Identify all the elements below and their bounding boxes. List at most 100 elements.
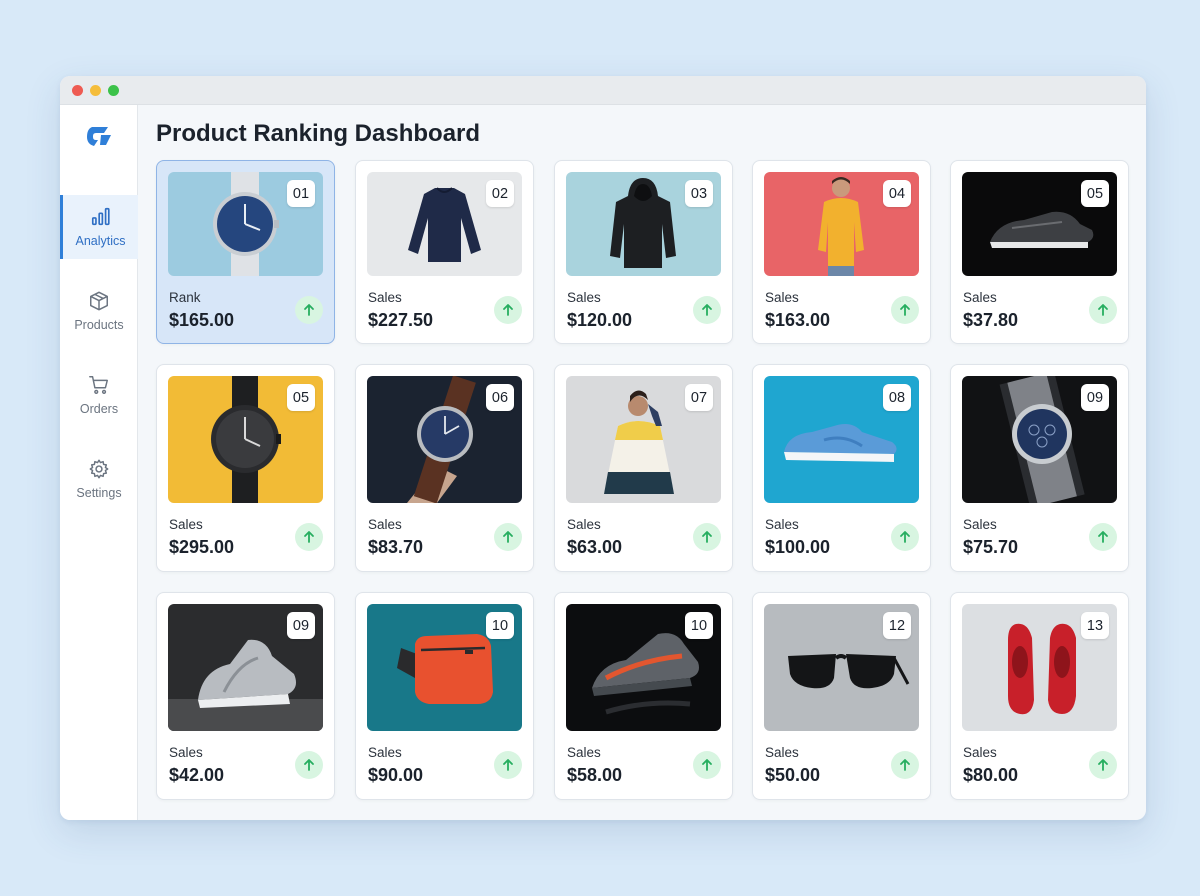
close-window-button[interactable] [72,85,83,96]
rank-badge: 05 [287,384,315,411]
card-value: $295.00 [169,537,235,557]
card-label: Sales [368,517,402,532]
trend-up-icon [693,523,721,551]
card-label: Sales [765,745,799,760]
rank-badge: 10 [685,612,713,639]
product-card[interactable]: 09 Sales $42.00 [156,592,335,800]
product-card[interactable]: 08 Sales $100.00 [752,364,931,572]
rank-badge: 04 [883,180,911,207]
rank-badge: 01 [287,180,315,207]
card-value: $58.00 [567,765,623,785]
trend-up-icon [891,523,919,551]
rank-badge: 09 [1081,384,1109,411]
card-label: Sales [368,745,402,760]
card-label: Sales [963,517,997,532]
trend-up-icon [891,751,919,779]
window-titlebar [60,76,1146,105]
card-label: Sales [368,290,402,305]
rank-badge: 10 [486,612,514,639]
product-image-sunglasses: 12 [764,604,919,731]
product-card[interactable]: 05 Sales $37.80 [950,160,1129,344]
product-card[interactable]: 07 Sales $63.00 [554,364,733,572]
rank-badge: 08 [883,384,911,411]
product-image-grey-running-shoes: 09 [168,604,323,731]
maximize-window-button[interactable] [108,85,119,96]
trend-up-icon [693,296,721,324]
trend-up-icon [295,523,323,551]
trend-up-icon [494,296,522,324]
card-label: Rank [169,290,201,305]
cart-icon [89,376,108,394]
trend-up-icon [494,523,522,551]
card-value: $83.70 [368,537,424,557]
product-image-watch: 01 [168,172,323,276]
minimize-window-button[interactable] [90,85,101,96]
box-icon [90,291,108,311]
card-label: Sales [567,745,601,760]
sidebar-item-label: Analytics [75,234,126,248]
product-image-striped-sneaker: 10 [566,604,721,731]
rank-badge: 09 [287,612,315,639]
product-image-chronograph-watch: 09 [962,376,1117,503]
product-card[interactable]: 13 Sales $80.00 [950,592,1129,800]
product-card[interactable]: 10 Sales $90.00 [355,592,534,800]
product-card[interactable]: 09 Sales $75.70 [950,364,1129,572]
rank-badge: 13 [1081,612,1109,639]
trend-up-icon [295,751,323,779]
card-value: $50.00 [765,765,821,785]
card-label: Sales [765,290,799,305]
card-value: $90.00 [368,765,424,785]
product-image-black-watch: 05 [168,376,323,503]
sidebar-item-products[interactable]: Products [60,279,138,343]
sidebar-item-orders[interactable]: Orders [60,363,138,427]
rank-badge: 12 [883,612,911,639]
sidebar-item-analytics[interactable]: Analytics [60,195,138,259]
product-card[interactable]: 12 Sales $50.00 [752,592,931,800]
sidebar-item-label: Settings [76,486,122,500]
product-card[interactable]: 06 Sales $83.70 [355,364,534,572]
trend-up-icon [891,296,919,324]
brand-logo[interactable] [84,121,114,151]
card-value: $42.00 [169,765,225,785]
rank-badge: 05 [1081,180,1109,207]
product-card[interactable]: 05 Sales $295.00 [156,364,335,572]
card-value: $100.00 [765,537,831,557]
app-window: Analytics Products Orders Settings Produ… [60,76,1146,820]
card-value: $63.00 [567,537,623,557]
sidebar-item-label: Orders [79,402,119,416]
trend-up-icon [1089,751,1117,779]
bar-chart-icon [91,207,110,226]
sidebar: Analytics Products Orders Settings [60,105,138,820]
gear-icon [89,459,109,479]
card-value: $120.00 [567,310,633,330]
product-card[interactable]: 01 Rank $165.00 [156,160,335,344]
sidebar-item-settings[interactable]: Settings [60,447,138,511]
card-label: Sales [567,517,601,532]
card-value: $37.80 [963,310,1019,330]
rank-badge: 06 [486,384,514,411]
card-label: Sales [963,745,997,760]
trend-up-icon [295,296,323,324]
page-title: Product Ranking Dashboard [156,120,481,147]
product-image-black-sneaker: 05 [962,172,1117,276]
product-card[interactable]: 10 Sales $58.00 [554,592,733,800]
card-value: $163.00 [765,310,831,330]
trend-up-icon [1089,296,1117,324]
card-value: $75.70 [963,537,1019,557]
trend-up-icon [494,751,522,779]
product-image-leather-watch: 06 [367,376,522,503]
card-label: Sales [765,517,799,532]
card-value: $80.00 [963,765,1019,785]
rank-badge: 07 [685,384,713,411]
product-image-sweater: 02 [367,172,522,276]
rank-badge: 02 [486,180,514,207]
card-label: Sales [169,745,203,760]
product-image-colorblock-jacket: 07 [566,376,721,503]
product-card[interactable]: 03 Sales $120.00 [554,160,733,344]
product-card[interactable]: 02 Sales $227.50 [355,160,534,344]
rank-badge: 03 [685,180,713,207]
product-image-blue-sneaker: 08 [764,376,919,503]
trend-up-icon [693,751,721,779]
product-card[interactable]: 04 Sales $163.00 [752,160,931,344]
card-value: $165.00 [169,310,235,330]
